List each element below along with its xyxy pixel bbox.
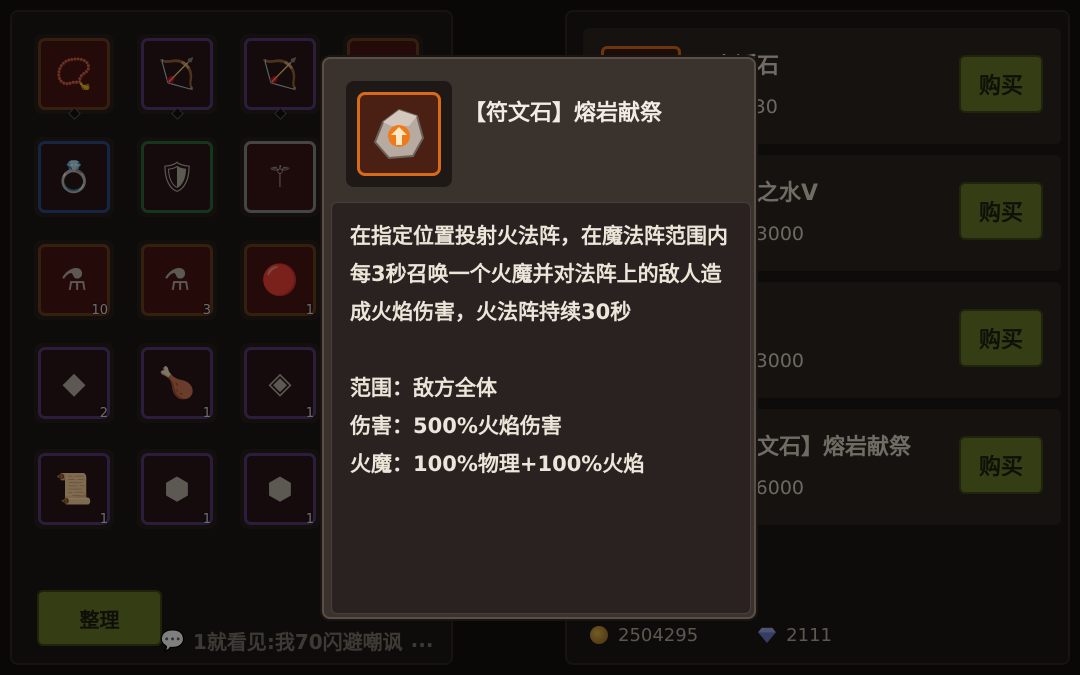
stat-fire-demon: 火魔：100%物理+100%火焰 <box>350 452 645 476</box>
tooltip-icon-frame <box>346 81 452 187</box>
tooltip-stats: 范围：敌方全体 伤害：500%火焰伤害 火魔：100%物理+100%火焰 <box>350 369 732 483</box>
item-tooltip: 【符文石】熔岩献祭 在指定位置投射火法阵，在魔法阵范围内每3秒召唤一个火魔并对法… <box>322 57 756 619</box>
tooltip-body: 在指定位置投射火法阵，在魔法阵范围内每3秒召唤一个火魔并对法阵上的敌人造成火焰伤… <box>331 202 751 614</box>
rune-stone-up-arrow-icon <box>373 108 425 160</box>
tooltip-description: 在指定位置投射火法阵，在魔法阵范围内每3秒召唤一个火魔并对法阵上的敌人造成火焰伤… <box>350 224 728 324</box>
stat-range: 范围：敌方全体 <box>350 376 497 400</box>
tooltip-title: 【符文石】熔岩献祭 <box>464 101 663 126</box>
stat-damage: 伤害：500%火焰伤害 <box>350 414 562 438</box>
